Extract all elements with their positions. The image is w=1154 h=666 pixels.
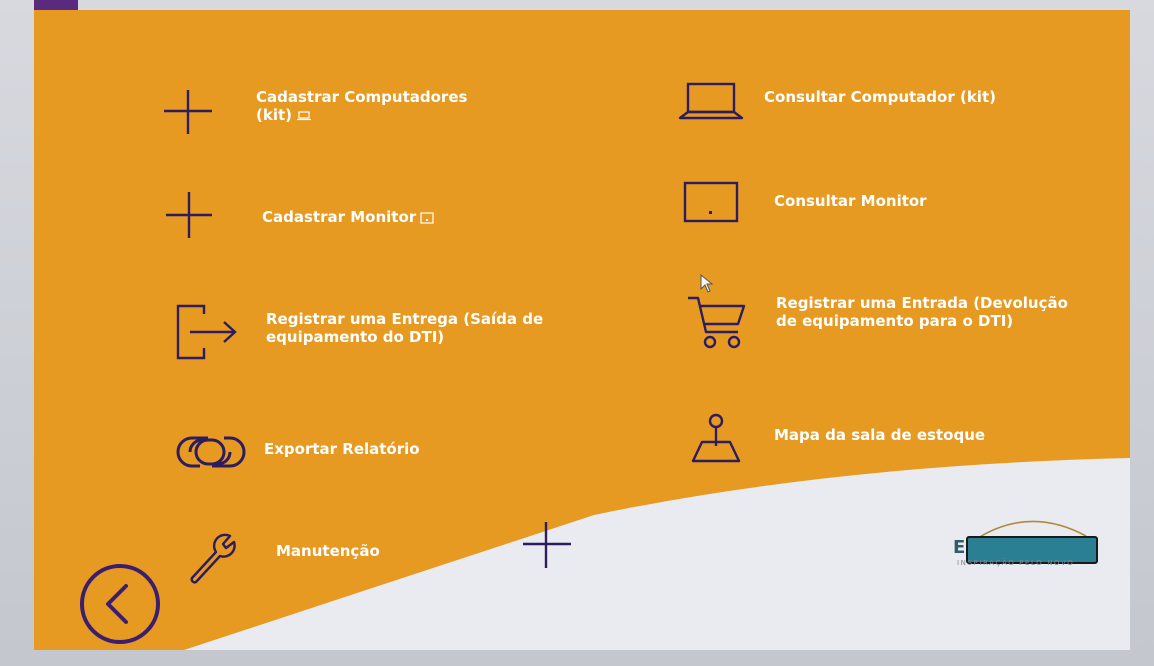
label-mapa-sala: Mapa da sala de estoque	[774, 426, 986, 444]
chevron-left-icon	[106, 584, 128, 624]
plus-icon	[166, 192, 212, 238]
label-cadastrar-computadores-1: Cadastrar Computadores	[256, 88, 468, 106]
monitor-icon	[683, 181, 739, 223]
label-consultar-computador: Consultar Computador (kit)	[764, 88, 996, 106]
logo-letter: E	[953, 537, 966, 558]
monitor-icon	[420, 211, 434, 224]
laptop-icon	[297, 110, 311, 120]
map-pin-icon	[691, 413, 741, 463]
label-registrar-entrada-1: Registrar uma Entrada (Devolução	[776, 294, 1068, 312]
label-consultar-monitor: Consultar Monitor	[774, 192, 927, 210]
label-kit: (kit)	[256, 106, 292, 124]
cart-icon	[688, 296, 746, 349]
exit-icon	[176, 304, 237, 360]
label-cadastrar-monitor-text: Cadastrar Monitor	[262, 208, 417, 226]
back-button[interactable]	[78, 562, 162, 646]
floating-add-button[interactable]	[520, 518, 574, 572]
label-cadastrar-computadores-2: (kit)	[256, 106, 312, 124]
laptop-icon	[678, 82, 744, 120]
label-manutencao: Manutenção	[276, 542, 380, 560]
label-exportar-relatorio: Exportar Relatório	[264, 440, 420, 458]
label-registrar-entrega-1: Registrar uma Entrega (Saída de	[266, 310, 544, 328]
label-registrar-entrega-2: equipamento do DTI)	[266, 328, 445, 346]
wrench-icon	[190, 533, 236, 584]
link-icon	[176, 436, 246, 468]
mouse-cursor-icon	[700, 274, 714, 293]
label-registrar-entrada-2: de equipamento para o DTI)	[776, 312, 1014, 330]
label-cadastrar-monitor: Cadastrar Monitor	[262, 208, 434, 226]
logo-tagline: INSPIRAÇÃO PELO NOVO	[957, 559, 1075, 567]
plus-icon	[164, 90, 212, 134]
